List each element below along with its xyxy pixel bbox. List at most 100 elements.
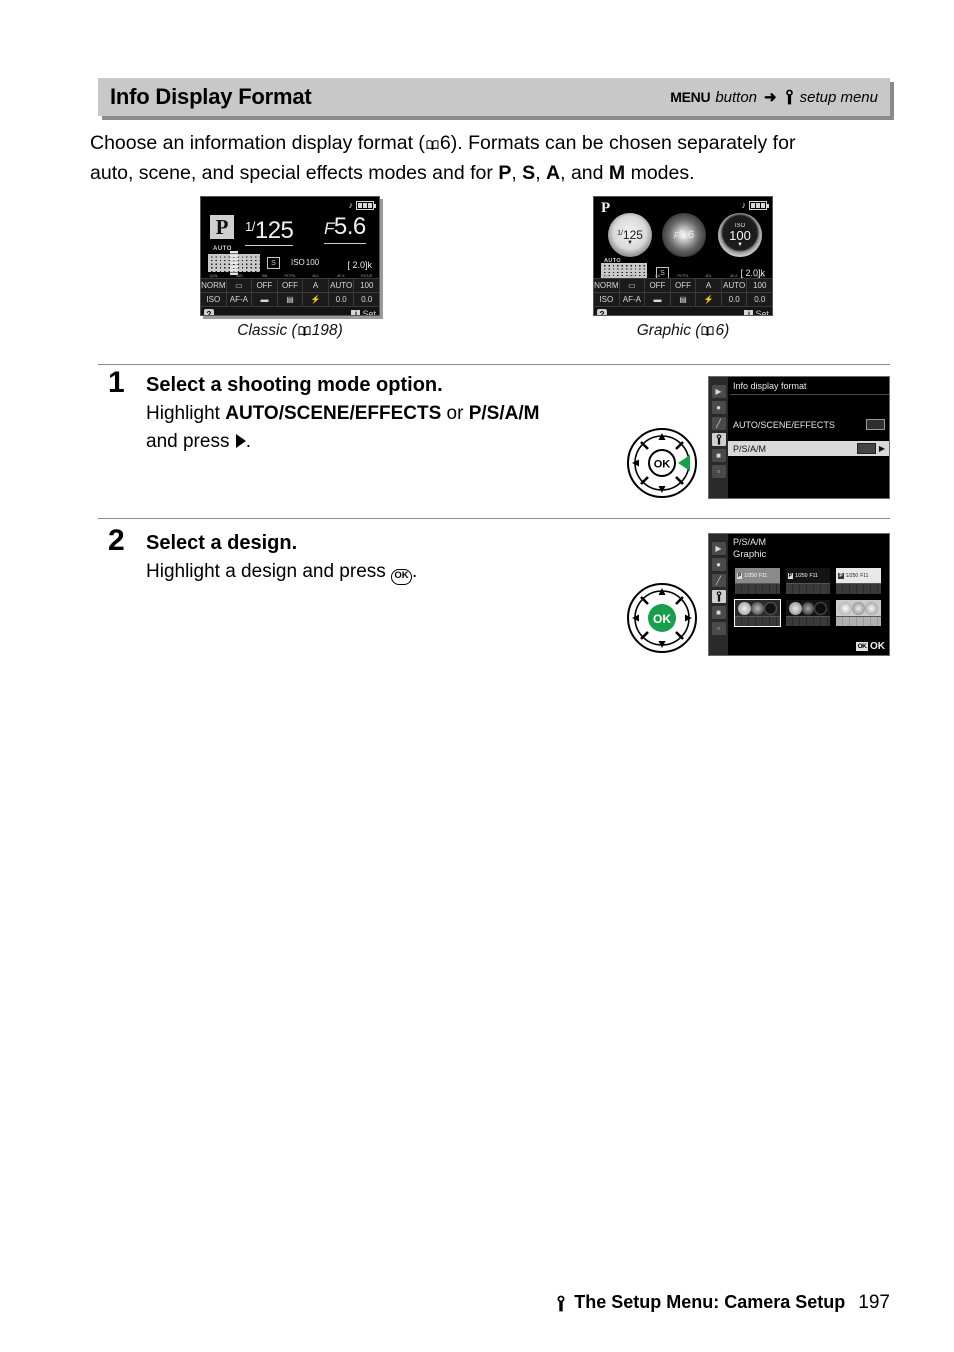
right-arrow-icon [235,434,246,448]
thumb-shutter: 1/250 [795,572,808,579]
step-2-body: Select a design. Highlight a design and … [146,530,666,586]
thumb-preview: P 1/250 F11 [785,568,831,594]
graphic-cell2-4: ⚡ [696,293,722,306]
classic-status-bar: ? i Set [201,306,379,315]
classic-label-3: PICTRL [284,273,296,278]
thumb-mode-badge: P [787,572,793,579]
classic-af-grid-icon [208,251,260,275]
wrench-icon [784,89,795,105]
graphic-info-rows: QUAL SIZE WB PICTRL ADL AF-A FOCUS NORM … [594,273,772,315]
graphic-shutter-pointer-icon: ▼ [627,239,633,246]
step-divider-top [98,364,890,365]
classic-frames-unit: k [367,260,373,270]
mode-a-label: A [546,162,561,184]
trash-icon[interactable]: ▫ [711,622,726,635]
step-1-text: Highlight AUTO/SCENE/EFFECTS or P/S/A/M … [146,400,666,456]
classic-settings-row-2: ISO AF-A ▬ ▤ ⚡ 0.0 0.0 [201,292,379,306]
graphic-cell-1: ▭ [619,279,646,292]
sound-note-icon: ♪ [741,200,747,210]
classic-cell-5: AUTO [328,279,355,292]
graphic-cell2-2: ▬ [645,293,671,306]
example-classic: ♪ P 1/125 F5.6 AUTO S ISO100 [ 2.0]k QUA… [200,196,380,340]
step-2-number: 2 [108,524,125,557]
design-grid-ok-label: OK [870,641,885,652]
design-thumb-graphic-selected[interactable] [734,599,781,627]
graphic-cell-4: A [696,279,722,292]
display-format-thumb-icon [866,419,885,430]
page-number: 197 [858,1292,890,1313]
classic-frames-value: [ 2.0] [347,260,368,270]
classic-iso-value: 100 [305,258,320,267]
graphic-cell-0: NORM [594,279,620,292]
thumb-iso-dial-icon [814,601,828,615]
thumb-dials [836,600,881,616]
menu-sidebar: ▶ ● ╱ ■ ▫ [709,534,728,655]
design-grid-ok-hint: OK OK [856,641,885,652]
thumb-preview [836,600,881,626]
multi-selector-right[interactable]: OK [626,427,698,499]
design-thumb-graphic-light[interactable] [835,599,882,627]
graphic-cell2-6: 0.0 [747,293,772,306]
svg-text:OK: OK [654,459,671,471]
classic-display-screenshot: ♪ P 1/125 F5.6 AUTO S ISO100 [ 2.0]k QUA… [200,196,380,316]
multi-selector-ok[interactable]: OK [626,582,698,654]
step-1-number: 1 [108,366,125,399]
wrench-icon[interactable] [711,433,726,446]
classic-mode-badge: P [210,215,234,239]
wrench-icon[interactable] [711,590,726,603]
thumb-shutter-dial-icon [839,601,853,615]
graphic-settings-row-2: ISO AF-A ▬ ▤ ⚡ 0.0 0.0 [594,292,772,306]
custom-pencil-icon[interactable]: ■ [711,449,726,462]
thumb-bottom-rows [785,583,831,594]
classic-iso-label: ISO [291,258,305,267]
trash-icon[interactable]: ▫ [711,465,726,478]
classic-cell2-0: ISO [201,293,227,306]
custom-pencil-icon[interactable]: ■ [711,606,726,619]
classic-label-0: QUAL [209,273,219,278]
design-thumb-classic-white[interactable]: P 1/250 F11 [835,567,882,595]
graphic-aperture-number: 5.6 [678,229,695,241]
graphic-iso-dial: ISO 100 ▼ [718,213,762,257]
i-button-icon: i [351,309,361,315]
classic-shutter-value: 125 [254,217,294,244]
thumb-preview [735,600,780,626]
pencil-icon[interactable]: ╱ [711,417,726,430]
battery-full-icon [749,200,769,210]
thumb-mode-badge: P [737,572,743,579]
camera-icon[interactable]: ● [711,558,726,571]
playback-icon[interactable]: ▶ [711,385,726,398]
intro-ref-1: 6 [439,132,451,154]
classic-iso: ISO100 [291,254,320,271]
menu-option-auto-scene-effects[interactable]: AUTO/SCENE/EFFECTS [728,417,889,432]
classic-settings-row-1: NORM ▭ OFF OFF A AUTO 100 [201,278,379,292]
design-thumb-classic-light[interactable]: P 1/250 F11 [734,567,781,595]
button-word: button [715,88,758,106]
graphic-cell2-3: ▤ [670,293,697,306]
graphic-status-bar: ? i Set [594,306,772,315]
menu-path: MENU button ➜ setup menu [670,88,878,107]
design-thumb-classic-dark[interactable]: P 1/250 F11 [785,567,832,595]
step-1-text-b: and press [146,431,230,452]
menu-button-label: MENU [670,89,711,105]
design-thumb-graphic-dark[interactable] [785,599,832,627]
thumb-dials [786,600,831,616]
thumb-aperture-dial-icon [852,601,866,615]
graphic-iso-pointer-icon: ▼ [737,241,743,248]
menu-option-label: P/S/A/M [733,443,767,454]
graphic-mode-badge: P [601,200,611,216]
menu-option-label: AUTO/SCENE/EFFECTS [733,419,835,430]
pencil-icon[interactable]: ╱ [711,574,726,587]
thumb-mode-badge: P [838,572,844,579]
thumb-shutter: 1/250 [845,572,859,579]
menu-option-psam[interactable]: P/S/A/M ▶ [728,441,889,456]
thumb-aperture-dial-icon [801,601,815,615]
classic-caption-ref: 198 [311,322,338,339]
classic-cell-4: A [303,279,329,292]
classic-cell2-3: ▤ [277,293,304,306]
classic-label-6: FOCUS [360,273,372,278]
thumb-top: P 1/250 F11 [836,568,881,583]
camera-icon[interactable]: ● [711,401,726,414]
playback-icon[interactable]: ▶ [711,542,726,555]
intro-text-c: auto, scene, and special effects modes a… [90,162,499,184]
sound-note-icon: ♪ [348,200,354,210]
